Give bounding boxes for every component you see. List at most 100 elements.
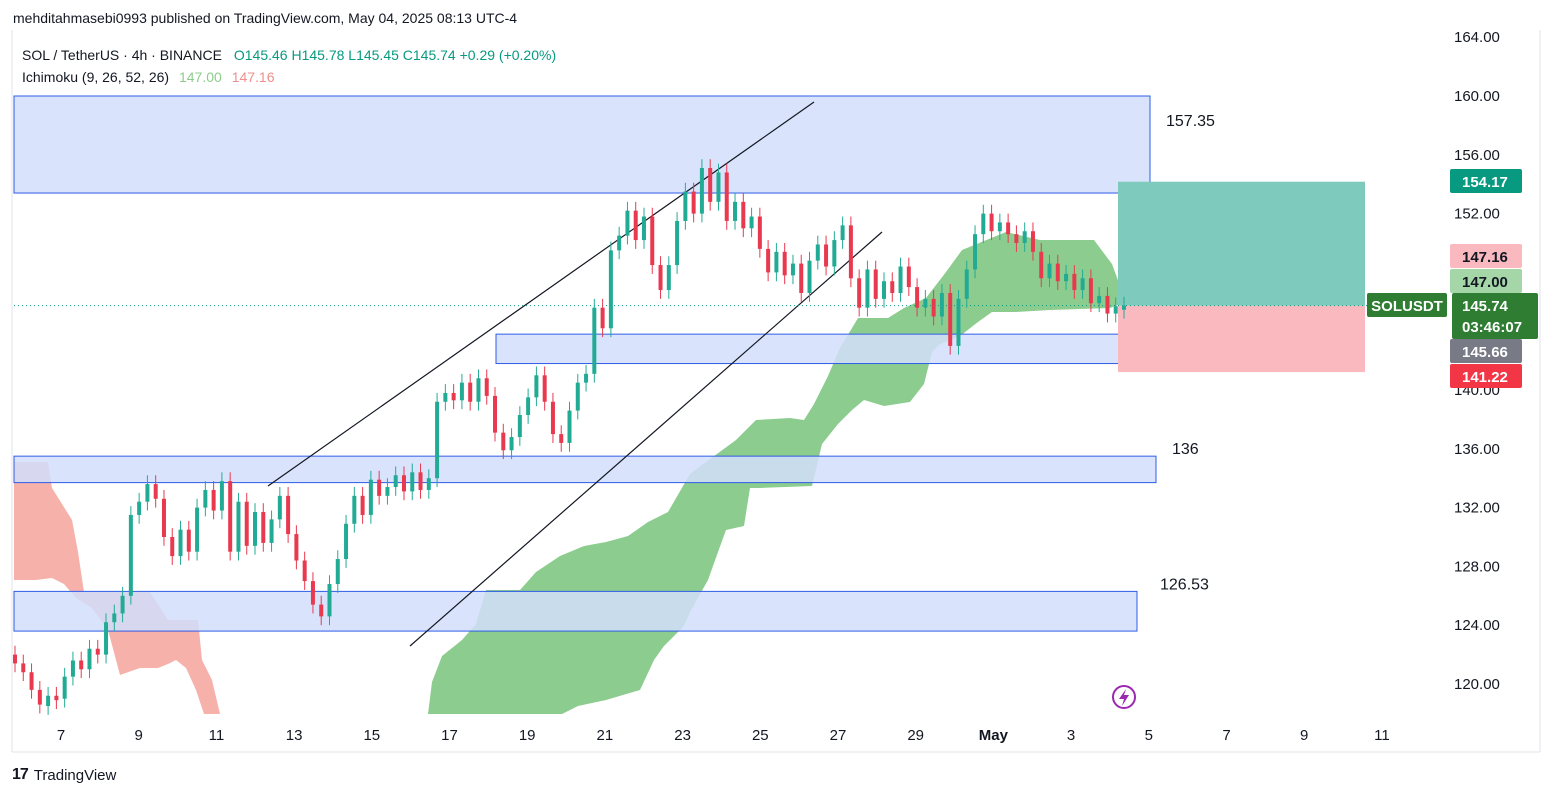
- candle-body: [517, 414, 522, 438]
- candle-body: [1097, 295, 1102, 304]
- candle-body: [782, 251, 787, 276]
- candle-body: [1022, 231, 1027, 243]
- candle-body: [54, 695, 59, 701]
- candle-body: [344, 523, 349, 560]
- lightning-icon[interactable]: [1112, 685, 1136, 709]
- last-price-value: 145.74: [1462, 298, 1509, 315]
- candle-body: [757, 216, 762, 249]
- price-tick-label: 128.00: [1454, 558, 1500, 575]
- candle-body: [37, 689, 42, 705]
- price-tag-text: 154.17: [1462, 174, 1508, 191]
- candle-body: [476, 378, 481, 402]
- candle-body: [691, 191, 696, 214]
- candle-body: [1122, 305, 1126, 310]
- time-tick-label: 9: [1300, 727, 1308, 744]
- candle-body: [310, 581, 315, 605]
- candle-body: [824, 244, 829, 267]
- candle-body: [87, 648, 92, 670]
- candle-body: [335, 559, 340, 585]
- price-tick-label: 124.00: [1454, 617, 1500, 634]
- candle-body: [716, 172, 721, 202]
- zone-box[interactable]: [495, 333, 1131, 365]
- candle-body: [699, 168, 704, 214]
- candle-body: [890, 281, 895, 293]
- candle-body: [145, 484, 150, 502]
- candle-body: [658, 265, 663, 291]
- candle-body: [1072, 273, 1077, 291]
- candle-body: [104, 622, 109, 655]
- price-tick-label: 152.00: [1454, 206, 1500, 223]
- candle-body: [956, 298, 961, 346]
- candle-body: [964, 269, 969, 299]
- price-chart[interactable]: 157.35142136126.53 164.00160.00156.00152…: [0, 0, 1554, 798]
- zone-box[interactable]: [13, 590, 1138, 632]
- candle-body: [29, 672, 34, 690]
- candle-body: [1006, 222, 1011, 235]
- bar-countdown: 03:46:07: [1462, 319, 1522, 336]
- candle-body: [592, 307, 597, 374]
- zone-label: 157.35: [1166, 113, 1215, 130]
- time-tick-label: 17: [441, 727, 458, 744]
- candle-body: [774, 251, 779, 273]
- candle-body: [228, 481, 233, 552]
- zone-box[interactable]: [13, 455, 1157, 484]
- candle-body: [633, 210, 638, 241]
- zone-box[interactable]: [13, 95, 1151, 194]
- long-position-tool[interactable]: [1118, 181, 1365, 373]
- time-tick-label: 7: [1222, 727, 1230, 744]
- candle-body: [21, 663, 26, 673]
- candle-body: [211, 489, 216, 511]
- candle-body: [807, 260, 812, 293]
- candle-body: [377, 479, 382, 496]
- candle-body: [641, 216, 646, 241]
- time-tick-label: 5: [1145, 727, 1153, 744]
- candle-body: [294, 534, 299, 561]
- candle-body: [468, 382, 473, 402]
- candle-body: [741, 201, 746, 229]
- candle-body: [848, 225, 853, 279]
- candle-body: [799, 263, 804, 293]
- stop-loss-area[interactable]: [1118, 305, 1365, 373]
- time-axis[interactable]: 7 9 11 13 15 17 19 21 23 25 27 29 May 3 5 7 9 11: [57, 727, 1390, 744]
- candle-body: [170, 537, 175, 557]
- candle-body: [815, 244, 820, 261]
- tradingview-logo-icon: 17: [12, 766, 29, 783]
- candle-body: [128, 514, 133, 596]
- candle-body: [261, 512, 266, 543]
- candle-body: [948, 292, 953, 346]
- time-tick-label: 15: [363, 727, 380, 744]
- candle-body: [733, 201, 738, 221]
- tradingview-logo[interactable]: 17 TradingView: [12, 766, 116, 784]
- candle-body: [840, 225, 845, 241]
- candle-body: [269, 519, 274, 543]
- candle-body: [915, 287, 920, 308]
- candle-body: [493, 395, 498, 433]
- candle-body: [1105, 295, 1110, 314]
- time-tick-label: 13: [286, 727, 303, 744]
- candle-body: [650, 216, 655, 266]
- candle-body: [186, 529, 191, 552]
- current-price-tag: SOLUSDT 145.74 03:46:07: [1367, 293, 1538, 339]
- price-tag-text: 147.00: [1462, 274, 1508, 291]
- candle-body: [426, 478, 431, 490]
- candle-body: [327, 584, 332, 617]
- candle-body: [923, 298, 928, 308]
- take-profit-area[interactable]: [1118, 181, 1365, 306]
- price-tick-label: 136.00: [1454, 441, 1500, 458]
- candle-body: [501, 432, 506, 451]
- candle-body: [153, 484, 158, 499]
- candle-body: [95, 648, 100, 655]
- candle-body: [1055, 263, 1060, 282]
- candle-body: [973, 234, 978, 270]
- candle-body: [981, 213, 986, 235]
- tradingview-brand: TradingView: [33, 766, 117, 784]
- candle-body: [1064, 273, 1069, 282]
- time-tick-label: May: [979, 727, 1009, 744]
- candle-body: [319, 604, 324, 617]
- candle-body: [683, 191, 688, 221]
- candle-body: [989, 213, 994, 232]
- candle-body: [1080, 278, 1085, 291]
- candle-body: [385, 487, 390, 496]
- time-tick-label: 19: [519, 727, 536, 744]
- candle-body: [203, 489, 208, 508]
